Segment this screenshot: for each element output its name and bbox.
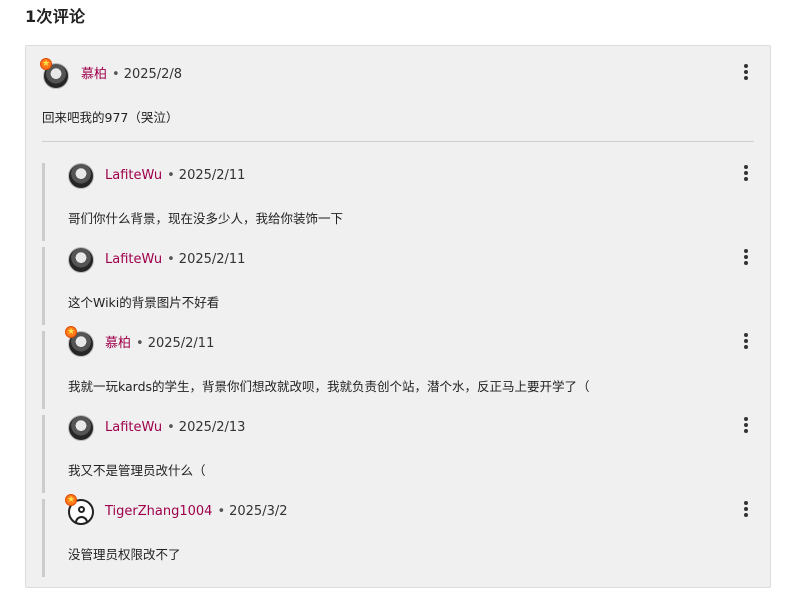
reply-comment: ★ 慕柏 • 2025/2/11 我就一玩kards的学生，背景你们想改就改呗，我就… bbox=[42, 326, 756, 409]
comment-date[interactable]: 2025/2/11 bbox=[179, 252, 246, 267]
reply-comment: LafiteWu • 2025/2/11 哥们你什么背景，现在没多少人，我给你装饰一… bbox=[42, 163, 756, 241]
more-options-icon[interactable] bbox=[740, 416, 752, 434]
author-link[interactable]: LafiteWu bbox=[105, 420, 162, 435]
reply-indent-bar bbox=[42, 247, 45, 325]
separator-dot: • bbox=[167, 420, 175, 435]
comment-header: 慕柏 • 2025/2/11 bbox=[105, 336, 214, 352]
comment-text: 我又不是管理员改什么（ bbox=[68, 463, 206, 478]
comment-header: LafiteWu • 2025/2/11 bbox=[105, 168, 245, 184]
comment-header: TigerZhang1004 • 2025/3/2 bbox=[105, 504, 288, 520]
comment-header: LafiteWu • 2025/2/11 bbox=[105, 252, 245, 268]
reply-comment: ★ TigerZhang1004 • 2025/3/2 没管理员权限改不了 bbox=[42, 494, 756, 577]
separator-dot: • bbox=[167, 168, 175, 183]
more-options-icon[interactable] bbox=[740, 332, 752, 350]
comment-date[interactable]: 2025/3/2 bbox=[229, 504, 287, 519]
author-link[interactable]: 慕柏 bbox=[81, 67, 107, 82]
author-link[interactable]: 慕柏 bbox=[105, 336, 131, 351]
comment-text: 回来吧我的977（哭泣） bbox=[42, 110, 179, 125]
section-title: 1次评论 bbox=[25, 7, 86, 26]
reply-indent-bar bbox=[42, 163, 45, 241]
comment-thread: ★ 慕柏 • 2025/2/8 回来吧我的977（哭泣） LafiteWu • 2025… bbox=[25, 45, 771, 588]
comment-text: 没管理员权限改不了 bbox=[68, 547, 181, 562]
comment-text: 哥们你什么背景，现在没多少人，我给你装饰一下 bbox=[68, 211, 344, 226]
user-avatar-icon[interactable] bbox=[68, 163, 94, 189]
reply-indent-bar bbox=[42, 499, 45, 577]
comment-date[interactable]: 2025/2/13 bbox=[179, 420, 246, 435]
separator-dot: • bbox=[167, 252, 175, 267]
comment-text: 这个Wiki的背景图片不好看 bbox=[68, 295, 220, 310]
star-badge-icon: ★ bbox=[65, 494, 77, 506]
divider bbox=[42, 141, 754, 142]
comment-text: 我就一玩kards的学生，背景你们想改就改呗，我就负责创个站，潜个水，反正马上要… bbox=[68, 379, 590, 394]
separator-dot: • bbox=[112, 67, 120, 82]
more-options-icon[interactable] bbox=[740, 500, 752, 518]
reply-indent-bar bbox=[42, 331, 45, 409]
user-avatar-icon[interactable] bbox=[68, 415, 94, 441]
star-badge-icon: ★ bbox=[40, 58, 52, 70]
more-options-icon[interactable] bbox=[740, 164, 752, 182]
root-comment: ★ 慕柏 • 2025/2/8 回来吧我的977（哭泣） bbox=[26, 46, 770, 156]
comment-date[interactable]: 2025/2/11 bbox=[179, 168, 246, 183]
comment-header: LafiteWu • 2025/2/13 bbox=[105, 420, 245, 436]
author-link[interactable]: LafiteWu bbox=[105, 252, 162, 267]
reply-indent-bar bbox=[42, 415, 45, 493]
star-badge-icon: ★ bbox=[65, 326, 77, 338]
comment-date[interactable]: 2025/2/8 bbox=[124, 67, 182, 82]
more-options-icon[interactable] bbox=[740, 248, 752, 266]
author-link[interactable]: TigerZhang1004 bbox=[105, 504, 212, 519]
author-link[interactable]: LafiteWu bbox=[105, 168, 162, 183]
reply-comment: LafiteWu • 2025/2/13 我又不是管理员改什么（ bbox=[42, 415, 756, 493]
comment-date[interactable]: 2025/2/11 bbox=[148, 336, 215, 351]
reply-comment: LafiteWu • 2025/2/11 这个Wiki的背景图片不好看 bbox=[42, 247, 756, 325]
comment-header: 慕柏 • 2025/2/8 bbox=[81, 67, 182, 83]
separator-dot: • bbox=[217, 504, 226, 519]
separator-dot: • bbox=[136, 336, 144, 351]
more-options-icon[interactable] bbox=[740, 63, 752, 81]
user-avatar-icon[interactable] bbox=[68, 247, 94, 273]
